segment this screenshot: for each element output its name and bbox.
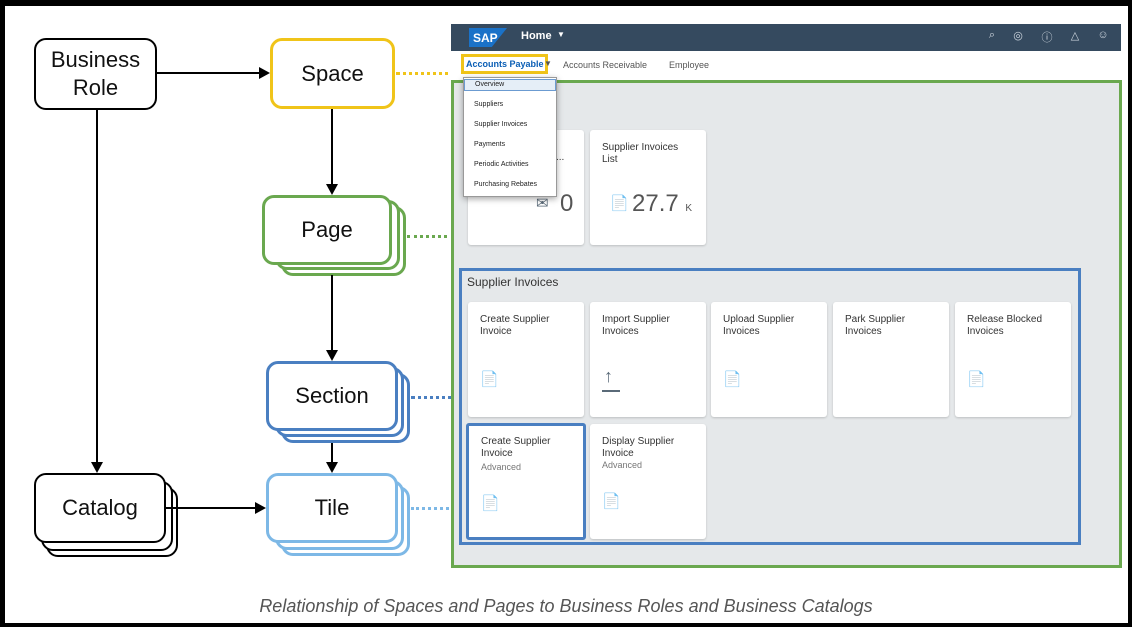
tile-display-supplier-invoice-advanced[interactable]: Display Supplier Invoice Advanced 📄	[590, 424, 706, 539]
tile-title: Park Supplier Invoices	[845, 314, 906, 337]
sap-shell-bar: SAP Home ▼ ⌕ ◎ ⓘ △ ☺	[451, 24, 1121, 51]
menu-item-periodic-activities[interactable]: Periodic Activities	[464, 161, 556, 168]
tile-import-supplier-invoices[interactable]: Import Supplier Invoices ↑	[590, 302, 706, 417]
page-dropdown-menu: Overview Suppliers Supplier Invoices Pay…	[463, 77, 557, 197]
tile-park-supplier-invoices[interactable]: Park Supplier Invoices	[833, 302, 949, 417]
space-highlight-box	[461, 54, 548, 74]
section-label: Section	[295, 383, 369, 408]
section-node: Section	[266, 361, 398, 431]
menu-item-purchasing-rebates[interactable]: Purchasing Rebates	[464, 181, 556, 188]
invoice-edit-icon: 📄	[967, 371, 986, 388]
tile-upload-supplier-invoices[interactable]: Upload Supplier Invoices 📄	[711, 302, 827, 417]
tile-title: ...	[556, 152, 565, 163]
upload-baseline	[602, 390, 620, 392]
search-icon[interactable]: ⌕	[985, 29, 999, 42]
invoice-list-icon: 📄	[723, 371, 742, 388]
tile-title: Release Blocked Invoices	[967, 314, 1043, 337]
tile-node: Tile	[266, 473, 398, 543]
upload-icon: ↑	[604, 366, 613, 386]
bell-icon[interactable]: △	[1068, 29, 1082, 42]
menu-item-supplier-invoices[interactable]: Supplier Invoices	[464, 121, 556, 128]
page-node: Page	[262, 195, 392, 265]
menu-item-suppliers[interactable]: Suppliers	[464, 101, 556, 108]
kpi-number: 27.7	[632, 190, 679, 217]
section-title: Supplier Invoices	[467, 275, 559, 289]
business-role-label: Business Role	[50, 47, 141, 100]
tile-title: Display Supplier Invoice	[602, 436, 675, 459]
tile-kpi-value: 27.7 K	[632, 190, 692, 218]
tile-subtitle: Advanced	[602, 460, 643, 470]
business-role-node: Business Role	[34, 38, 157, 110]
page-to-section-line	[331, 275, 333, 350]
copilot-icon[interactable]: ◎	[1011, 29, 1025, 42]
role-to-catalog-arrow	[91, 462, 103, 473]
space-label: Space	[301, 60, 364, 86]
page-to-section-arrow	[326, 350, 338, 361]
tile-create-supplier-invoice[interactable]: Create Supplier Invoice 📄	[468, 302, 584, 417]
catalog-label: Catalog	[62, 495, 138, 520]
role-to-catalog-line	[96, 110, 98, 463]
tab-accounts-receivable[interactable]: Accounts Receivable	[563, 60, 647, 70]
space-node: Space	[270, 38, 395, 109]
help-icon[interactable]: ⓘ	[1040, 29, 1054, 45]
home-menu-button[interactable]: Home	[521, 30, 552, 42]
role-to-space-arrow	[259, 67, 270, 79]
menu-item-overview[interactable]: Overview	[464, 79, 556, 91]
catalog-to-tile-line	[166, 507, 255, 509]
figure-caption: Relationship of Spaces and Pages to Busi…	[259, 596, 873, 616]
tile-title: Supplier Invoices List	[602, 142, 679, 165]
invoice-add-icon: 📄	[481, 495, 500, 512]
space-to-page-line	[331, 109, 333, 184]
invoice-display-icon: 📄	[602, 493, 621, 510]
invoice-display-icon: 📄	[610, 195, 629, 212]
tab-employee[interactable]: Employee	[669, 60, 709, 70]
tile-kpi-value: 0	[560, 190, 574, 217]
tile-label: Tile	[314, 495, 350, 520]
tile-title: Create Supplier Invoice	[481, 436, 551, 459]
sap-logo[interactable]: SAP	[469, 28, 507, 47]
page-mapping-dots	[407, 235, 454, 238]
chevron-down-icon[interactable]: ▼	[544, 59, 552, 68]
menu-item-payments[interactable]: Payments	[464, 141, 556, 148]
tile-title: Create Supplier Invoice	[480, 314, 550, 337]
kpi-unit: K	[685, 203, 693, 214]
catalog-to-tile-arrow	[255, 502, 266, 514]
tile-create-supplier-invoice-advanced[interactable]: Create Supplier Invoice Advanced 📄	[466, 423, 586, 540]
invoice-add-icon: 📄	[480, 371, 499, 388]
tile-subtitle: Advanced	[481, 462, 522, 472]
tile-title: Upload Supplier Invoices	[723, 314, 795, 337]
tile-title: Import Supplier Invoices	[602, 314, 670, 337]
chevron-down-icon[interactable]: ▼	[557, 30, 565, 39]
section-to-tile-arrow	[326, 462, 338, 473]
kpi-tile-supplier-invoices-list[interactable]: Supplier Invoices List 📄 27.7 K	[590, 130, 706, 245]
page-label: Page	[301, 217, 353, 242]
catalog-node: Catalog	[34, 473, 166, 543]
user-icon[interactable]: ☺	[1096, 29, 1110, 41]
space-to-page-arrow	[326, 184, 338, 195]
section-to-tile-line	[331, 443, 333, 462]
tile-release-blocked-invoices[interactable]: Release Blocked Invoices 📄	[955, 302, 1071, 417]
role-to-space-line	[157, 72, 259, 74]
